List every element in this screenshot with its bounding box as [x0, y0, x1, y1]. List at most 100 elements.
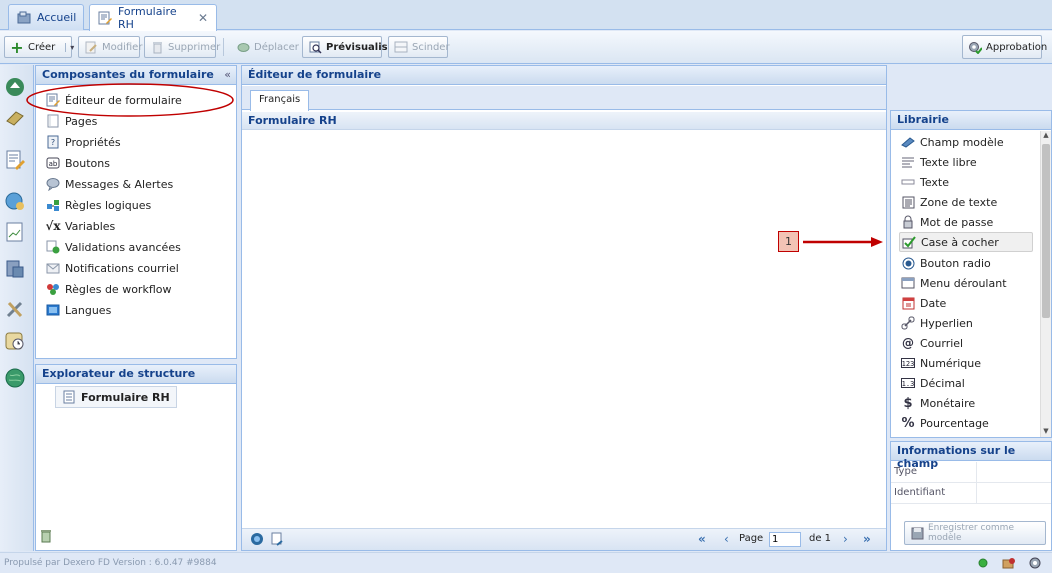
- svg-text:?: ?: [51, 138, 55, 147]
- tab-formulaire-rh[interactable]: Formulaire RH ✕: [89, 4, 217, 31]
- library-item-label: Courriel: [920, 336, 964, 350]
- page-count-label: de 1: [809, 533, 832, 544]
- servers-icon[interactable]: [4, 258, 28, 282]
- library-item-currency[interactable]: $ Monétaire: [899, 393, 1033, 413]
- library-item-numeric[interactable]: 123 Numérique: [899, 353, 1033, 373]
- component-messages[interactable]: Messages & Alertes: [46, 174, 173, 194]
- languages-icon: [46, 303, 60, 317]
- library-item-label: Texte: [920, 175, 950, 189]
- form-editor-header: Éditeur de formulaire: [242, 66, 886, 85]
- component-workflow-rules[interactable]: Règles de workflow: [46, 279, 171, 299]
- library-item-label: Champ modèle: [920, 135, 1004, 149]
- create-button[interactable]: + Créer ▾: [4, 36, 74, 58]
- library-item-hyperlink[interactable]: Hyperlien: [899, 313, 1033, 333]
- form-canvas[interactable]: [242, 131, 886, 527]
- modify-button[interactable]: Modifier: [78, 36, 142, 58]
- settings-gear-icon[interactable]: [1028, 556, 1042, 573]
- template-field-icon: [901, 135, 915, 149]
- library-item-free-text[interactable]: Texte libre: [899, 152, 1033, 172]
- component-variables[interactable]: √x Variables: [45, 216, 116, 236]
- library-item-decimal[interactable]: 1.3 Décimal: [899, 373, 1033, 393]
- library-item-dropdown[interactable]: Menu déroulant: [899, 273, 1033, 293]
- library-item-date[interactable]: Date: [899, 293, 1033, 313]
- trash-icon: [150, 40, 164, 54]
- globe-users-icon[interactable]: [4, 190, 28, 214]
- component-advanced-validations[interactable]: Validations avancées: [46, 237, 181, 257]
- field-info-header: Informations sur le champ: [891, 442, 1051, 470]
- tools-icon[interactable]: [4, 298, 28, 322]
- library-item-textarea[interactable]: Zone de texte: [899, 192, 1033, 212]
- split-label: Scinder: [412, 41, 450, 53]
- component-logic-rules[interactable]: Règles logiques: [46, 195, 151, 215]
- prev-page-icon[interactable]: ‹: [724, 532, 729, 546]
- scroll-down-icon[interactable]: ▼: [1041, 427, 1051, 437]
- report-icon[interactable]: [4, 221, 28, 245]
- form-icon: [98, 11, 112, 25]
- library-item-label: Date: [920, 296, 947, 310]
- component-messages-label: Messages & Alertes: [65, 177, 174, 191]
- library-item-checkbox[interactable]: Case à cocher: [899, 232, 1033, 252]
- component-buttons[interactable]: ab Boutons: [46, 153, 110, 173]
- library-item-percent[interactable]: % Pourcentage: [899, 413, 1033, 433]
- component-email-notifications-label: Notifications courriel: [65, 261, 179, 275]
- move-button[interactable]: Déplacer: [230, 36, 299, 58]
- field-identifier-value: [977, 483, 1051, 503]
- logic-rules-icon: [46, 198, 60, 212]
- svg-text:1.3: 1.3: [902, 380, 915, 388]
- approval-button[interactable]: Approbation: [962, 35, 1047, 59]
- plus-icon: +: [10, 37, 24, 57]
- component-languages[interactable]: Langues: [46, 300, 111, 320]
- split-button[interactable]: Scinder: [388, 36, 450, 58]
- form-editor-panel: Éditeur de formulaire Français Formulair…: [241, 65, 887, 551]
- scroll-up-icon[interactable]: ▲: [1041, 131, 1051, 141]
- library-item-text[interactable]: Texte: [899, 172, 1033, 192]
- next-page-icon[interactable]: ›: [843, 532, 848, 546]
- svg-text:ab: ab: [49, 160, 58, 168]
- scroll-thumb[interactable]: [1042, 144, 1050, 318]
- chevron-down-icon[interactable]: ▾: [65, 42, 74, 52]
- page-number-input[interactable]: [769, 532, 801, 547]
- speech-bubble-icon: [46, 177, 60, 191]
- delete-button[interactable]: Supprimer: [144, 36, 220, 58]
- approval-label: Approbation: [986, 41, 1048, 53]
- globe-icon[interactable]: [4, 367, 28, 391]
- component-buttons-label: Boutons: [65, 156, 110, 170]
- library-item-template-field[interactable]: Champ modèle: [899, 132, 1033, 152]
- first-page-icon[interactable]: «: [698, 532, 706, 546]
- component-variables-label: Variables: [65, 219, 116, 233]
- clock-icon[interactable]: [4, 330, 28, 354]
- checkbox-icon: [902, 235, 916, 249]
- form-title: Formulaire RH: [248, 114, 337, 127]
- move-label: Déplacer: [254, 41, 299, 53]
- component-advanced-validations-label: Validations avancées: [65, 240, 181, 254]
- user-icon[interactable]: [1002, 556, 1016, 573]
- close-icon[interactable]: ✕: [198, 11, 208, 25]
- library-item-password[interactable]: Mot de passe: [899, 212, 1033, 232]
- component-email-notifications[interactable]: Notifications courriel: [46, 258, 179, 278]
- library-item-email[interactable]: @ Courriel: [899, 333, 1033, 353]
- save-as-template-button[interactable]: Enregistrer comme modèle: [904, 521, 1046, 545]
- floppy-icon: [910, 526, 924, 540]
- structure-root-node[interactable]: Formulaire RH: [55, 386, 177, 408]
- language-tab-strip: Français: [242, 86, 886, 111]
- last-page-icon[interactable]: »: [863, 532, 871, 546]
- tab-francais[interactable]: Français: [250, 90, 310, 111]
- export-icon[interactable]: [270, 532, 284, 549]
- form-edit-icon[interactable]: [4, 149, 28, 173]
- envelope-icon: [46, 261, 60, 275]
- component-properties-label: Propriétés: [65, 135, 121, 149]
- calendar-icon: [901, 296, 915, 310]
- component-properties[interactable]: ? Propriétés: [46, 132, 121, 152]
- library-item-label: Décimal: [920, 376, 965, 390]
- preview-button[interactable]: Prévisualiser: [302, 36, 399, 58]
- tab-bar: Accueil Formulaire RH ✕: [0, 0, 1052, 31]
- library-item-label: Menu déroulant: [920, 276, 1007, 290]
- library-scrollbar[interactable]: ▲ ▼: [1040, 131, 1051, 437]
- form-page-icon: [62, 390, 76, 404]
- library-item-radio[interactable]: Bouton radio: [899, 253, 1033, 273]
- form-title-bar: Formulaire RH: [242, 112, 886, 130]
- recycle-bin-icon[interactable]: [40, 529, 52, 546]
- tab-home[interactable]: Accueil: [8, 4, 84, 30]
- refresh-globe-icon[interactable]: [250, 532, 264, 549]
- collapse-left-icon[interactable]: «: [224, 68, 231, 81]
